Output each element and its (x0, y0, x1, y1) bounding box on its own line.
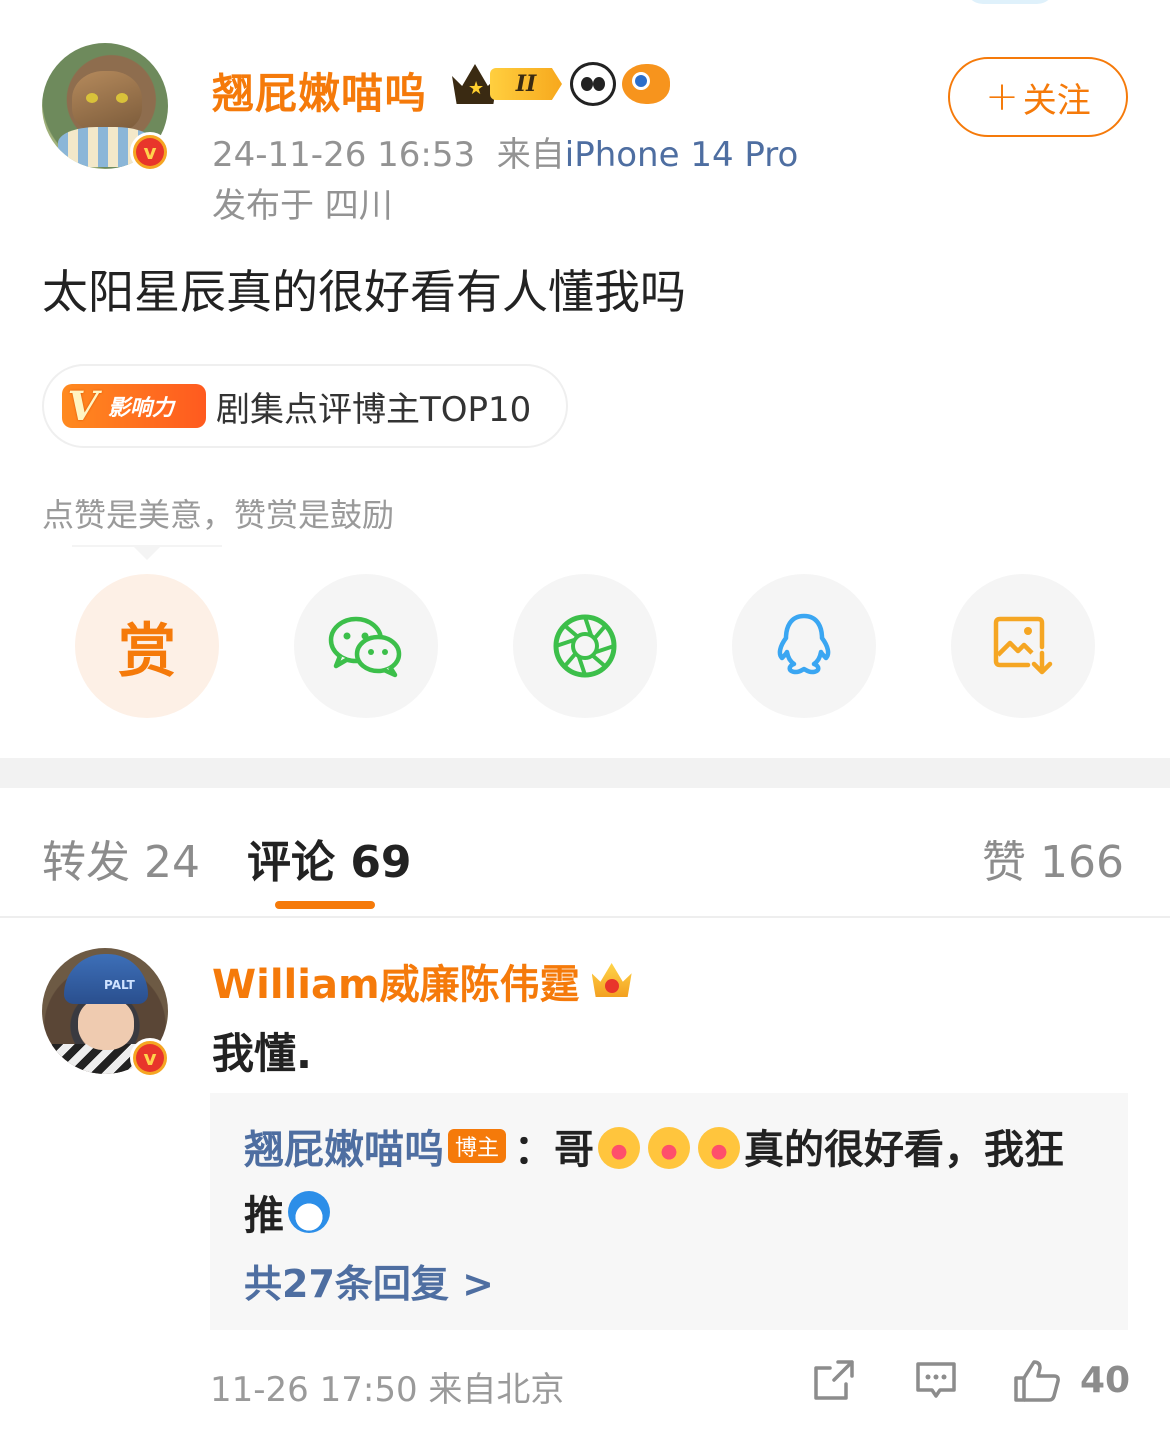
heart-hug-emoji-icon (648, 1127, 690, 1169)
share-wechat-button[interactable] (294, 574, 438, 718)
fish-badge-icon[interactable] (622, 64, 670, 104)
panda-badge-icon[interactable] (570, 62, 616, 106)
author-username[interactable]: 翘屁嫩喵呜 (212, 60, 427, 121)
wechat-icon (328, 616, 402, 678)
comment-text: 我懂. (212, 1029, 312, 1078)
post-location: 发布于 四川 (212, 186, 393, 226)
post-meta: 24-11-26 16:53 来自iPhone 14 Pro (212, 127, 798, 176)
tab-likes[interactable]: 赞 166 (982, 826, 1124, 890)
reply-line: 翘屁嫩喵呜 博主 ：哥 真的很好看，我狂 (244, 1117, 1064, 1175)
hint-caret (133, 546, 161, 560)
post-datetime: 24-11-26 16:53 (212, 135, 476, 175)
post-content: 太阳星辰真的很好看有人懂我吗 (42, 265, 686, 319)
comment-footer: 11-26 17:50 来自北京 (210, 1370, 565, 1410)
reward-button[interactable]: 赏 (75, 574, 219, 718)
post-device[interactable]: iPhone 14 Pro (565, 135, 799, 175)
qq-icon (777, 613, 831, 675)
doraemon-emoji-icon (288, 1191, 330, 1233)
influence-badge-icon: V 影响力 (62, 383, 206, 430)
follow-label: 关注 (1022, 80, 1091, 121)
vip-crown-badge-icon[interactable]: ★ II (452, 62, 564, 106)
verified-badge-icon: v (130, 132, 170, 172)
reward-hint: 点赞是美意，赞赏是鼓励 (42, 496, 395, 534)
influence-title: 剧集点评博主TOP10 (216, 389, 532, 430)
view-all-replies-link[interactable]: 共27条回复 > (244, 1253, 494, 1308)
commenter-username[interactable]: William威廉陈伟霆 (212, 952, 634, 1010)
crown-badge-icon (590, 961, 634, 1001)
share-comment-icon[interactable] (812, 1358, 856, 1402)
plus-icon: + (985, 74, 1019, 120)
reply-line-continued: 推 (244, 1183, 330, 1241)
reply-prefix: ：哥 (514, 1127, 594, 1173)
share-qq-button[interactable] (732, 574, 876, 718)
author-badges: ★ II (452, 62, 670, 106)
save-image-button[interactable] (951, 574, 1095, 718)
reply-text: 真的很好看，我狂 (744, 1127, 1064, 1173)
top-edge-decoration (965, 0, 1055, 4)
heart-hug-emoji-icon (698, 1127, 740, 1169)
reply-preview[interactable]: 翘屁嫩喵呜 博主 ：哥 真的很好看，我狂 推 共27条回复 > (210, 1093, 1128, 1330)
moments-icon (553, 614, 617, 678)
post-source-prefix: 来自 (496, 135, 565, 175)
comment-like-count[interactable]: 40 (1080, 1360, 1130, 1401)
avatar-cat-face (72, 71, 142, 133)
tab-comments[interactable]: 评论 69 (247, 826, 412, 890)
commenter-verified-badge-icon: v (130, 1038, 170, 1078)
reply-comment-icon[interactable] (914, 1358, 958, 1402)
tabs-divider (0, 916, 1170, 918)
share-moments-button[interactable] (513, 574, 657, 718)
save-image-icon (993, 616, 1053, 675)
follow-button[interactable]: + 关注 (948, 57, 1128, 137)
author-tag-badge: 博主 (448, 1129, 506, 1163)
active-tab-indicator (275, 901, 375, 909)
like-icon[interactable] (1012, 1358, 1062, 1404)
reply-author-name[interactable]: 翘屁嫩喵呜 (244, 1117, 444, 1175)
heart-hug-emoji-icon (598, 1127, 640, 1169)
influence-tag[interactable]: V 影响力 剧集点评博主TOP10 (42, 364, 568, 448)
section-separator (0, 758, 1170, 788)
tab-repost[interactable]: 转发 24 (42, 826, 200, 890)
